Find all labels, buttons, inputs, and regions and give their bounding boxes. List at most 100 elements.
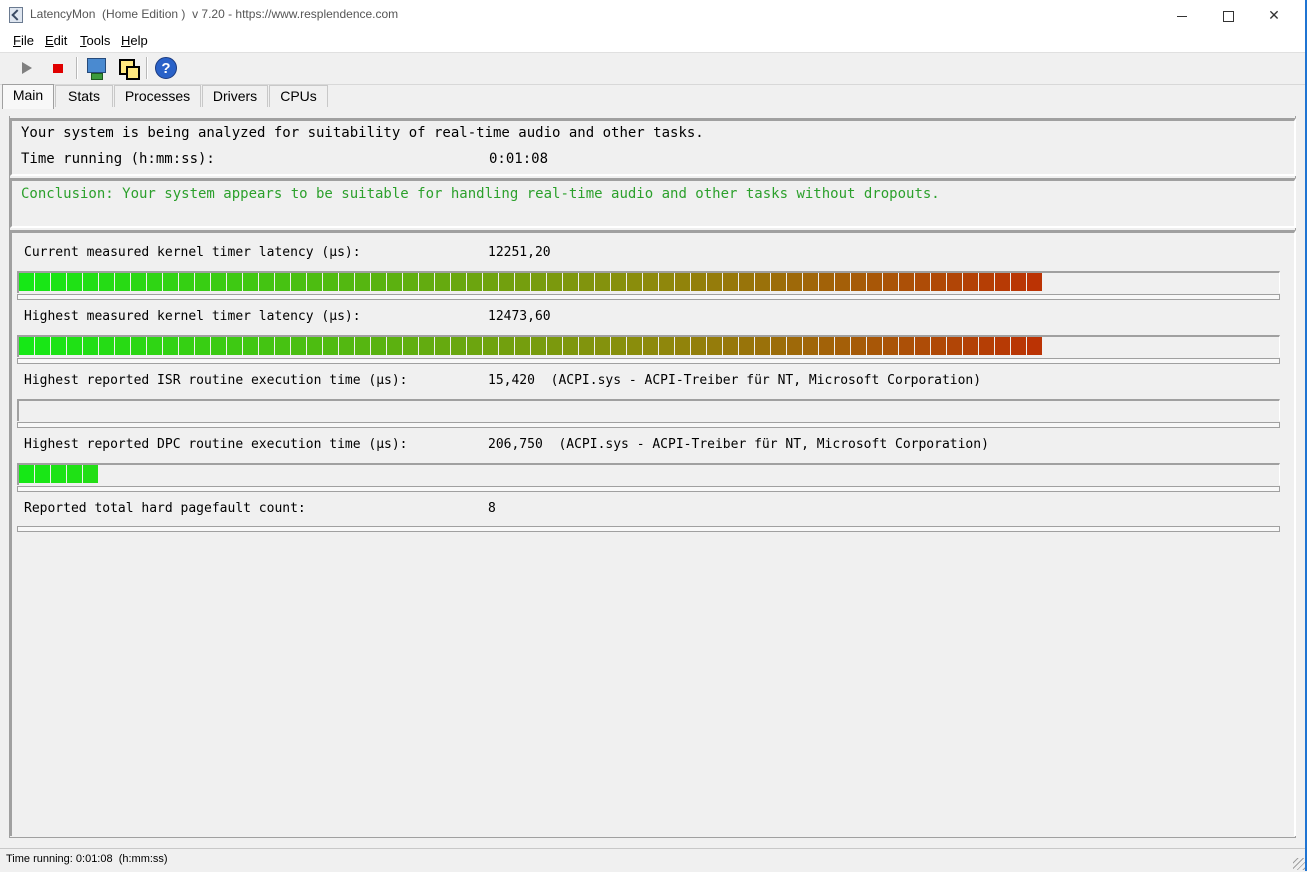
meter-segment — [35, 465, 50, 483]
meter-segment — [787, 273, 802, 291]
meter-segment — [483, 273, 498, 291]
meter-segment — [563, 273, 578, 291]
meter-segment — [435, 273, 450, 291]
tab-processes[interactable]: Processes — [114, 85, 201, 107]
meter-segment — [675, 273, 690, 291]
meter-segment — [51, 273, 66, 291]
time-running-label: Time running (h:mm:ss): — [21, 151, 215, 167]
meter-segment — [51, 465, 66, 483]
latency-meter — [17, 271, 1280, 293]
meter-segment — [803, 337, 818, 355]
meter-segment — [963, 337, 978, 355]
meter-segment — [691, 337, 706, 355]
menu-edit[interactable]: Edit — [45, 33, 67, 48]
meter-segment — [83, 273, 98, 291]
meter-segment — [723, 273, 738, 291]
meter-segment — [515, 337, 530, 355]
meter-segment — [867, 273, 882, 291]
metric-label: Current measured kernel timer latency (µ… — [24, 245, 361, 260]
metric-value: 15,420 (ACPI.sys - ACPI-Treiber für NT, … — [488, 373, 982, 388]
meter-segment — [67, 337, 82, 355]
meter-segment — [979, 273, 994, 291]
meter-segment — [595, 273, 610, 291]
meter-baseline — [17, 294, 1280, 300]
meter-segment — [499, 273, 514, 291]
meter-segment — [243, 273, 258, 291]
resize-grip-icon[interactable] — [1293, 858, 1305, 870]
meter-segment — [51, 337, 66, 355]
meter-segment — [131, 273, 146, 291]
meter-segment — [227, 337, 242, 355]
meter-segment — [931, 337, 946, 355]
meter-segment — [499, 337, 514, 355]
meter-segment — [819, 337, 834, 355]
metric-label: Highest measured kernel timer latency (µ… — [24, 309, 361, 324]
title-bar[interactable]: LatencyMon (Home Edition ) v 7.20 - http… — [0, 0, 1307, 30]
meter-baseline — [17, 422, 1280, 428]
meter-segment — [531, 273, 546, 291]
meter-segment — [19, 273, 34, 291]
meter-segment — [547, 273, 562, 291]
meter-segment — [371, 273, 386, 291]
help-button[interactable]: ? — [154, 56, 178, 80]
meter-segment — [275, 337, 290, 355]
meter-segment — [83, 337, 98, 355]
meter-segment — [355, 273, 370, 291]
meter-segment — [883, 337, 898, 355]
minimize-button[interactable] — [1159, 0, 1205, 30]
start-button[interactable] — [14, 56, 38, 80]
meter-segment — [291, 273, 306, 291]
meter-segment — [931, 273, 946, 291]
meter-segment — [675, 337, 690, 355]
meter-baseline — [17, 486, 1280, 492]
close-button[interactable]: ✕ — [1251, 0, 1297, 30]
meter-segment — [611, 337, 626, 355]
meter-segment — [787, 337, 802, 355]
menu-tools[interactable]: Tools — [80, 33, 110, 48]
tab-drivers[interactable]: Drivers — [202, 85, 268, 107]
metric-value: 206,750 (ACPI.sys - ACPI-Treiber für NT,… — [488, 437, 989, 452]
latency-meter — [17, 399, 1280, 421]
stop-button[interactable] — [46, 56, 70, 80]
meter-segment — [435, 337, 450, 355]
meter-segment — [851, 337, 866, 355]
meter-segment — [195, 273, 210, 291]
meter-segment — [99, 273, 114, 291]
meter-segment — [355, 337, 370, 355]
tab-stats[interactable]: Stats — [55, 85, 113, 107]
meter-segment — [627, 337, 642, 355]
toolbar: ? — [0, 53, 1307, 85]
meter-segment — [179, 273, 194, 291]
toolbar-separator — [146, 57, 148, 79]
tab-main[interactable]: Main — [2, 84, 54, 109]
meter-segment — [483, 337, 498, 355]
meter-segment — [579, 337, 594, 355]
meter-segment — [771, 273, 786, 291]
system-monitor-button[interactable] — [84, 56, 108, 80]
menu-file[interactable]: File — [13, 33, 34, 48]
meter-segment — [835, 337, 850, 355]
maximize-button[interactable] — [1205, 0, 1251, 30]
meter-segment — [147, 337, 162, 355]
meter-segment — [595, 337, 610, 355]
meter-segment — [835, 273, 850, 291]
windows-icon — [119, 59, 140, 80]
tab-cpus[interactable]: CPUs — [269, 85, 328, 107]
maximize-icon — [1222, 10, 1234, 22]
windows-button[interactable] — [116, 56, 140, 80]
help-icon: ? — [155, 57, 177, 79]
meter-segment — [339, 337, 354, 355]
meter-segment — [531, 337, 546, 355]
metric-value: 12251,20 — [488, 245, 551, 260]
meter-segment — [211, 337, 226, 355]
meter-segment — [771, 337, 786, 355]
meter-segment — [211, 273, 226, 291]
meter-segment — [371, 337, 386, 355]
meter-segment — [467, 337, 482, 355]
app-icon — [9, 7, 23, 23]
menu-help[interactable]: Help — [121, 33, 148, 48]
meter-segment — [915, 273, 930, 291]
meter-segment — [307, 337, 322, 355]
analysis-panel: Your system is being analyzed for suitab… — [10, 118, 1296, 176]
meter-segment — [275, 273, 290, 291]
